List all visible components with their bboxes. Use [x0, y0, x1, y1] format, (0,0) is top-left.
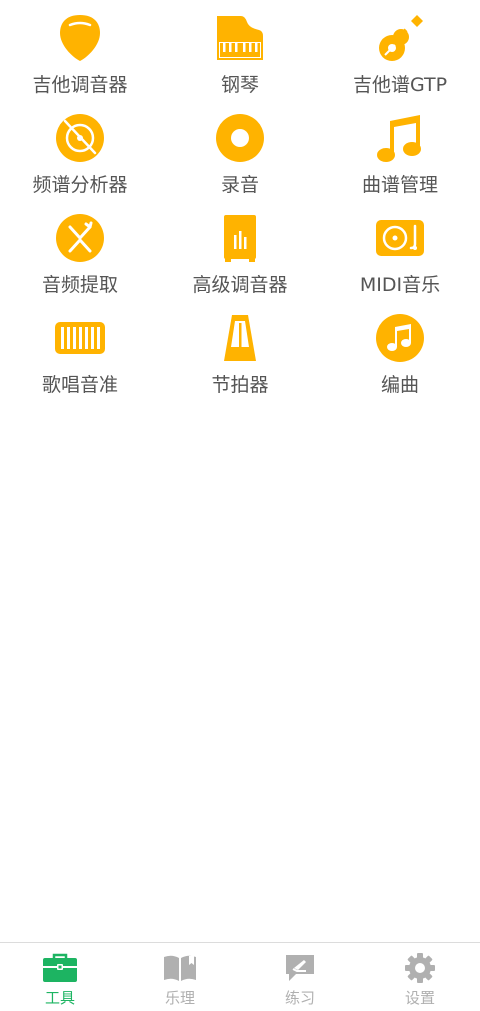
tool-label: 频谱分析器 [32, 174, 128, 196]
tool-label: MIDI音乐 [359, 274, 441, 296]
guitar-pick-icon [54, 12, 106, 64]
tool-label: 节拍器 [211, 374, 269, 396]
disc-analyzer-icon [54, 112, 106, 164]
tab-practice[interactable]: 练习 [240, 943, 360, 1011]
tool-singing-pitch[interactable]: 歌唱音准 [0, 300, 160, 400]
tool-guitar-tuner[interactable]: 吉他调音器 [0, 0, 160, 100]
metronome-icon [214, 312, 266, 364]
advanced-tuner-icon [214, 212, 266, 264]
tools-grid: 吉他调音器 钢琴 吉他谱GTP 频谱分析器 录音 曲谱管理 音频提取 高级调音器… [0, 0, 480, 400]
bottom-tab-bar: 工具 乐理 练习 设置 [0, 942, 480, 1011]
keyboard-icon [54, 312, 106, 364]
app-screen: 吉他调音器 钢琴 吉他谱GTP 频谱分析器 录音 曲谱管理 音频提取 高级调音器… [0, 0, 480, 1011]
tool-audio-extract[interactable]: 音频提取 [0, 200, 160, 300]
tool-label: 音频提取 [41, 274, 118, 296]
record-icon [214, 112, 266, 164]
tool-score-manager[interactable]: 曲谱管理 [320, 100, 480, 200]
music-note-double-icon [374, 112, 426, 164]
toolbox-icon [41, 952, 79, 984]
gear-icon [401, 952, 439, 984]
tab-settings[interactable]: 设置 [360, 943, 480, 1011]
tool-label: 歌唱音准 [41, 374, 118, 396]
tool-label: 吉他调音器 [32, 74, 128, 96]
tab-label: 设置 [404, 989, 435, 1007]
tool-label: 钢琴 [220, 74, 259, 96]
tool-label: 录音 [220, 174, 259, 196]
turntable-icon [374, 212, 426, 264]
tool-spectrum-analyzer[interactable]: 频谱分析器 [0, 100, 160, 200]
tool-advanced-tuner[interactable]: 高级调音器 [160, 200, 320, 300]
tool-label: 高级调音器 [192, 274, 288, 296]
tool-metronome[interactable]: 节拍器 [160, 300, 320, 400]
tab-label: 练习 [284, 989, 315, 1007]
music-note-circle-icon [374, 312, 426, 364]
tool-arrangement[interactable]: 编曲 [320, 300, 480, 400]
guitar-icon [374, 12, 426, 64]
tool-piano[interactable]: 钢琴 [160, 0, 320, 100]
tool-guitar-tab-gtp[interactable]: 吉他谱GTP [320, 0, 480, 100]
piano-icon [214, 12, 266, 64]
tab-music-theory[interactable]: 乐理 [120, 943, 240, 1011]
audio-extract-icon [54, 212, 106, 264]
tool-label: 曲谱管理 [361, 174, 438, 196]
tool-label: 编曲 [380, 374, 419, 396]
tab-label: 工具 [44, 989, 75, 1007]
tool-midi-music[interactable]: MIDI音乐 [320, 200, 480, 300]
tool-label: 吉他谱GTP [352, 74, 448, 96]
tool-record[interactable]: 录音 [160, 100, 320, 200]
tab-tools[interactable]: 工具 [0, 943, 120, 1011]
book-icon [161, 952, 199, 984]
tab-label: 乐理 [164, 989, 195, 1007]
practice-chat-icon [281, 952, 319, 984]
